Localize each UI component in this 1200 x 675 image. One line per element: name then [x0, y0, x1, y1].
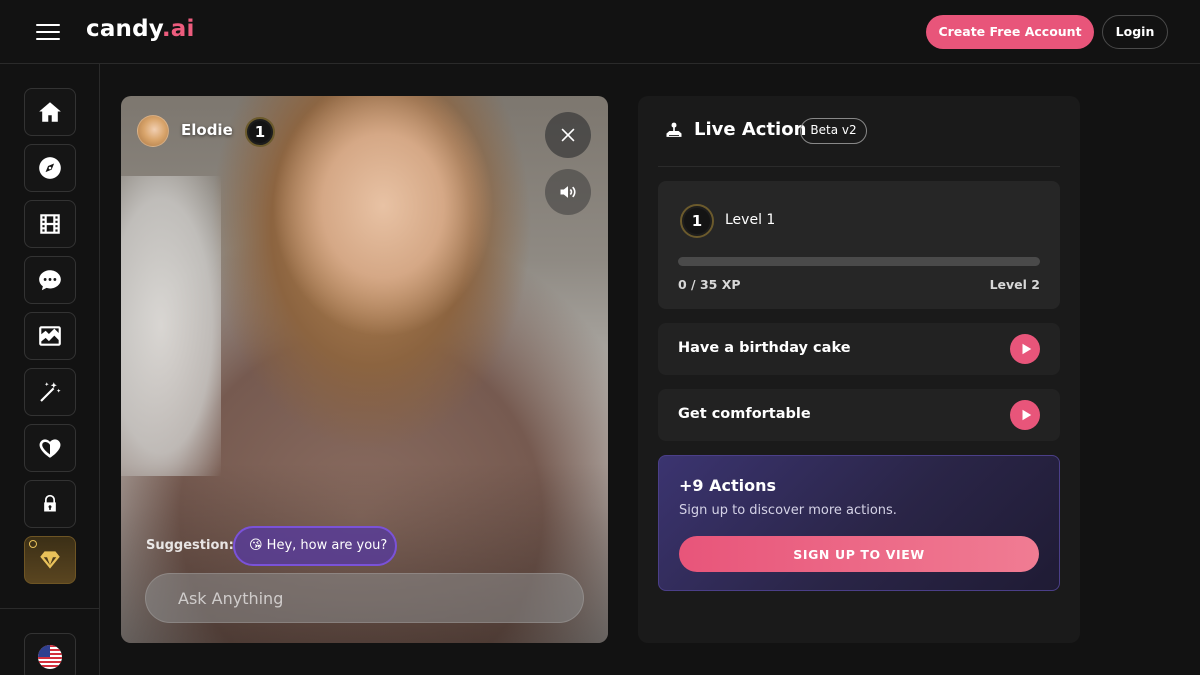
suggestion-chip[interactable]: 😘 Hey, how are you?: [233, 526, 397, 566]
character-name[interactable]: Elodie: [181, 121, 233, 139]
diamond-icon: [40, 551, 60, 569]
message-input[interactable]: [145, 573, 584, 623]
promo-title: +9 Actions: [679, 476, 777, 495]
sidebar-item-explore[interactable]: [24, 144, 76, 192]
joystick-icon: [666, 122, 682, 137]
play-icon: [1022, 343, 1032, 355]
menu-icon[interactable]: [36, 23, 60, 41]
promo-subtitle: Sign up to discover more actions.: [679, 503, 897, 518]
speaker-icon: [560, 186, 576, 198]
compass-icon: [39, 157, 61, 179]
character-level-badge: 1: [245, 117, 275, 147]
close-button[interactable]: [545, 112, 591, 158]
close-icon: [561, 128, 575, 142]
play-button[interactable]: [1010, 400, 1040, 430]
premium-sparkle-icon: [29, 540, 37, 548]
level-badge: 1: [680, 204, 714, 238]
xp-counter: 0 / 35 XP: [678, 277, 741, 292]
next-level-label: Level 2: [989, 277, 1040, 292]
heart-icon: [39, 439, 61, 458]
language-selector[interactable]: [24, 633, 76, 675]
character-photo-background: [121, 176, 221, 476]
level-progress-card: 1 Level 1 0 / 35 XP Level 2: [658, 181, 1060, 309]
sidebar-item-premium[interactable]: [24, 536, 76, 584]
character-chat-card: Elodie 1 Suggestion: 😘 Hey, how are you?: [121, 96, 608, 643]
beta-badge: Beta v2: [800, 118, 867, 144]
xp-progress-bar: [678, 257, 1040, 266]
suggestion-label: Suggestion:: [146, 538, 234, 553]
magic-wand-icon: [40, 382, 61, 402]
more-actions-promo: +9 Actions Sign up to discover more acti…: [658, 455, 1060, 591]
sidebar: [0, 64, 100, 675]
sidebar-item-private[interactable]: [24, 480, 76, 528]
panel-divider: [658, 166, 1060, 167]
action-item[interactable]: Have a birthday cake: [658, 323, 1060, 375]
sidebar-item-favorites[interactable]: [24, 424, 76, 472]
top-header: candy.ai Create Free Account Login: [0, 0, 1200, 64]
sidebar-item-videos[interactable]: [24, 200, 76, 248]
sidebar-item-home[interactable]: [24, 88, 76, 136]
sound-toggle-button[interactable]: [545, 169, 591, 215]
image-icon: [39, 326, 61, 346]
character-avatar[interactable]: [137, 115, 169, 147]
logo[interactable]: candy.ai: [86, 16, 195, 42]
home-icon: [39, 102, 61, 122]
play-button[interactable]: [1010, 334, 1040, 364]
lock-icon: [44, 494, 56, 512]
level-label: Level 1: [725, 212, 776, 228]
us-flag-icon: [38, 645, 62, 669]
login-button[interactable]: Login: [1102, 15, 1168, 49]
sidebar-divider: [0, 608, 100, 609]
live-action-panel: Live Action Beta v2 1 Level 1 0 / 35 XP …: [638, 96, 1080, 643]
film-icon: [40, 214, 60, 234]
panel-title: Live Action: [694, 119, 807, 140]
chat-bubble-icon: [39, 270, 61, 291]
sidebar-item-gallery[interactable]: [24, 312, 76, 360]
sidebar-item-generate[interactable]: [24, 368, 76, 416]
play-icon: [1022, 409, 1032, 421]
sign-up-button[interactable]: SIGN UP TO VIEW: [679, 536, 1039, 572]
sidebar-item-chat[interactable]: [24, 256, 76, 304]
action-label: Get comfortable: [678, 406, 811, 422]
action-item[interactable]: Get comfortable: [658, 389, 1060, 441]
action-label: Have a birthday cake: [678, 340, 851, 356]
create-account-button[interactable]: Create Free Account: [926, 15, 1094, 49]
